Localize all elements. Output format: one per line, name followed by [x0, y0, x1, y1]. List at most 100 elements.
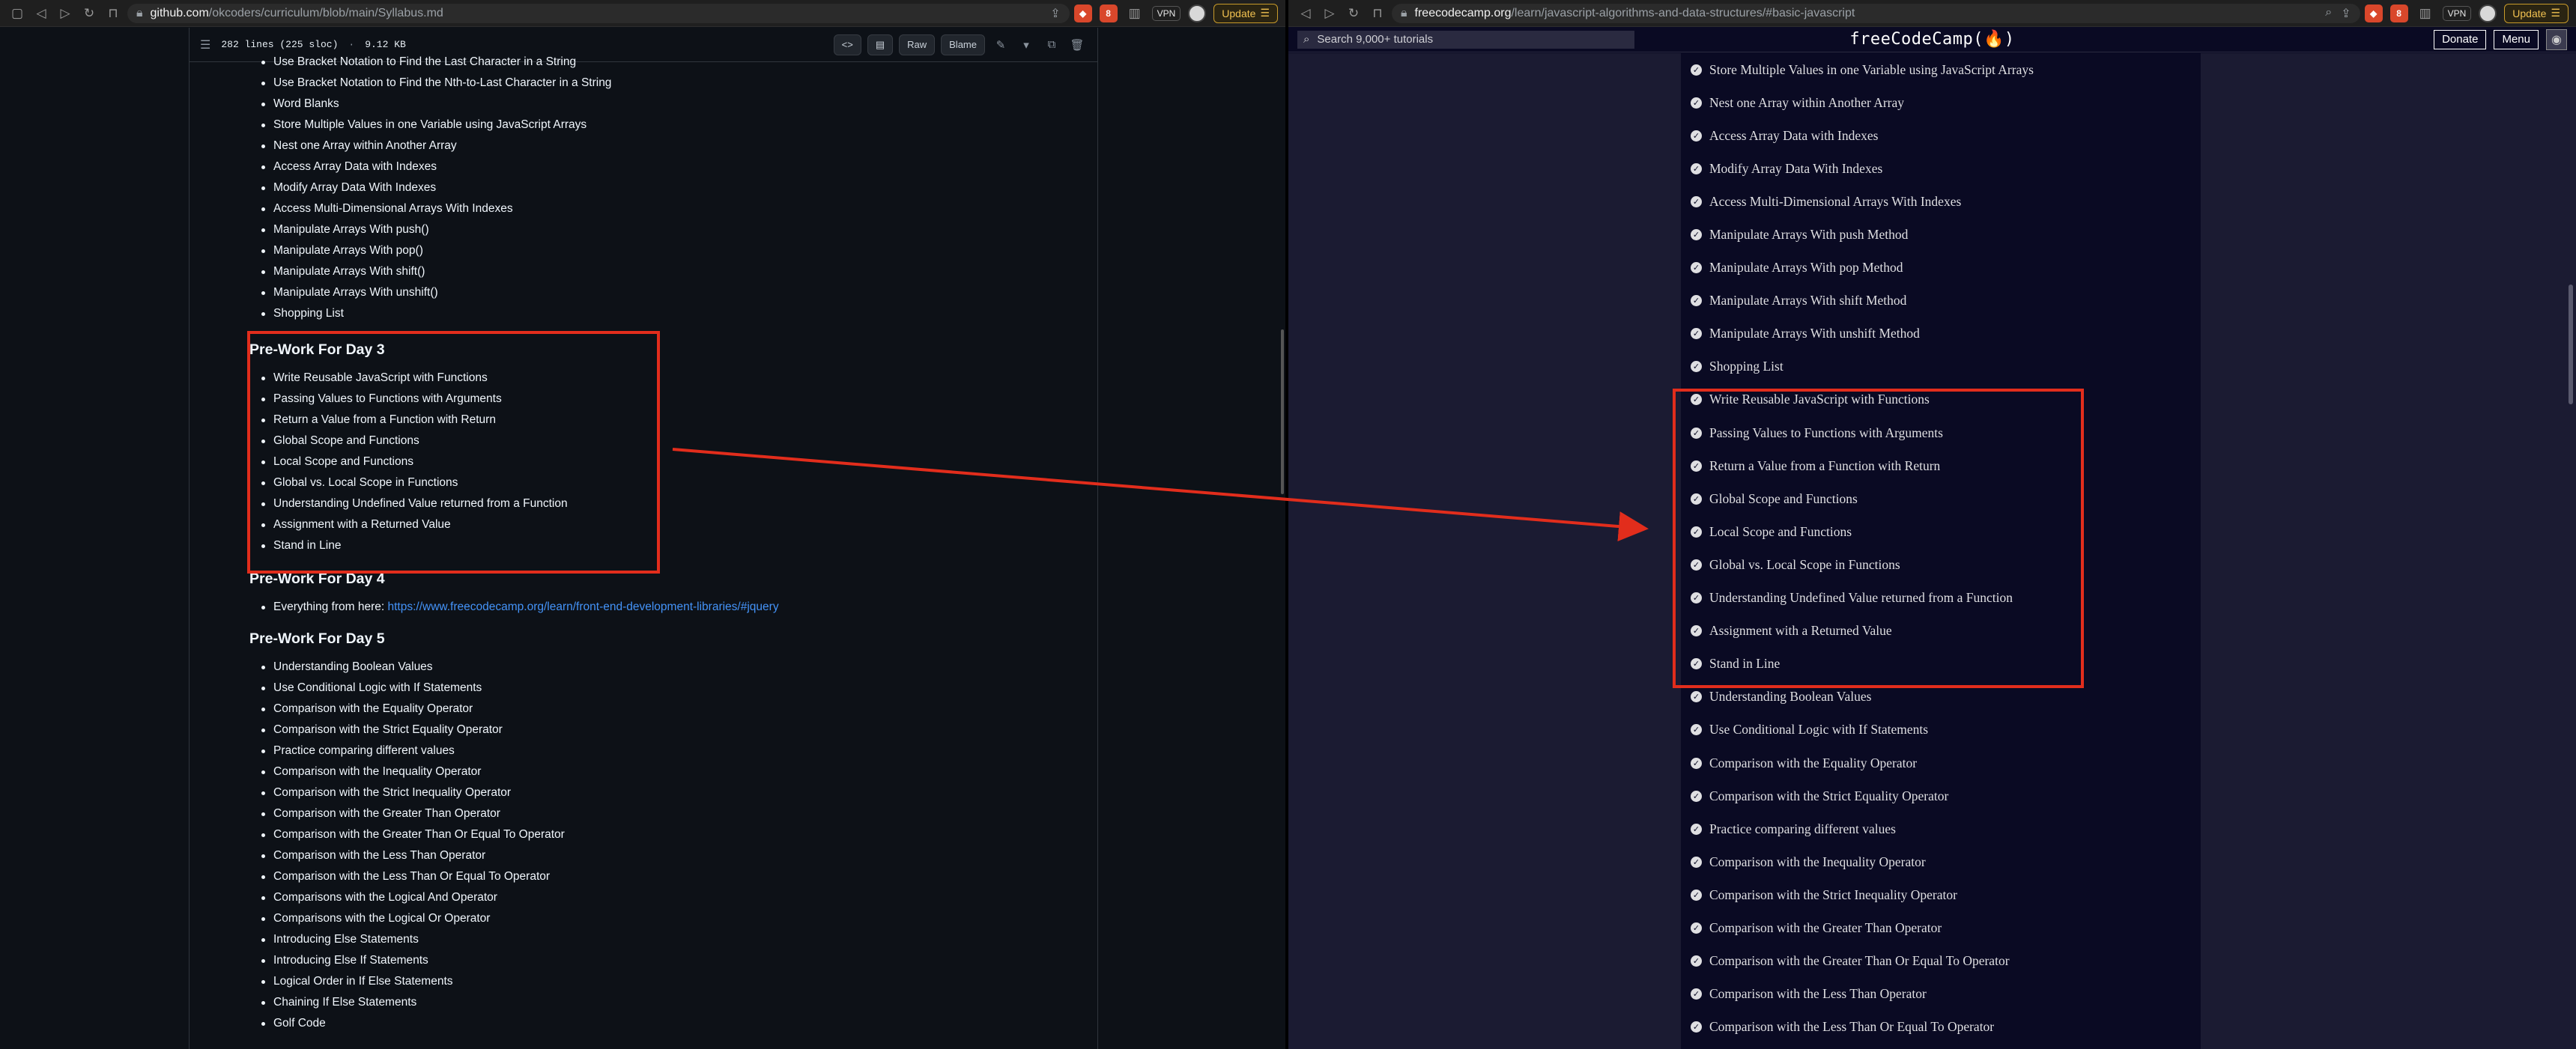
- share-icon[interactable]: ⇪: [2341, 6, 2351, 21]
- list-item-label: Introducing Else If Statements: [273, 954, 428, 967]
- brave-shield-icon[interactable]: ◆: [1073, 4, 1092, 22]
- forward-icon[interactable]: ▷: [55, 4, 75, 23]
- list-item-label: Comparison with the Greater Than Or Equa…: [1709, 953, 2010, 969]
- list-item-label: Comparison with the Less Than Operator: [273, 849, 486, 862]
- list-item[interactable]: ✓ Access Multi-Dimensional Arrays With In…: [1681, 185, 2201, 218]
- list-item: Comparison with the Equality Operator: [249, 699, 1097, 720]
- list-item-label: Access Array Data with Indexes: [1709, 127, 1879, 143]
- list-item[interactable]: ✓ Comparison with the Strict Equality Ope…: [1681, 779, 2201, 812]
- edit-icon[interactable]: ✎: [991, 38, 1010, 52]
- back-icon[interactable]: ◁: [1296, 4, 1315, 23]
- list-item-label: Understanding Boolean Values: [273, 660, 433, 673]
- list-item-label: Chaining If Else Statements: [273, 996, 417, 1009]
- list-item[interactable]: ✓ Comparison with the Inequality Operator: [1681, 845, 2201, 878]
- list-item[interactable]: ✓ Manipulate Arrays With shift Method: [1681, 285, 2201, 317]
- outline-icon[interactable]: ☰: [200, 37, 210, 52]
- list-item-label: Comparison with the Less Than Operator: [1709, 986, 1927, 1002]
- address-bar[interactable]: 🔒︎ github.com/okcoders/curriculum/blob/m…: [127, 3, 1070, 23]
- sidebar-panel-icon[interactable]: ▥: [1125, 4, 1145, 23]
- separator: ·: [348, 39, 355, 50]
- rewards-icon[interactable]: 8: [2389, 4, 2408, 22]
- list-item[interactable]: ✓ Use Conditional Logic with If Statement…: [1681, 714, 2201, 747]
- list-item: Access Array Data with Indexes: [249, 156, 1097, 177]
- bookmark-icon[interactable]: ⊓: [1368, 4, 1387, 23]
- list-item[interactable]: ✓ Store Multiple Values in one Variable u…: [1681, 53, 2201, 86]
- list-item-label: Practice comparing different values: [273, 744, 455, 757]
- donate-button[interactable]: Donate: [2434, 29, 2487, 49]
- check-circle-icon: ✓: [1691, 922, 1702, 934]
- fcc-logo[interactable]: freeCodeCamp(🔥): [1849, 30, 2014, 49]
- list-item-label: Nest one Array within Another Array: [1709, 94, 1905, 110]
- list-item-label: Manipulate Arrays With pop Method: [1709, 260, 1903, 276]
- copy-icon[interactable]: ⧉: [1042, 38, 1061, 51]
- list-item-label: Use Conditional Logic with If Statements: [1709, 722, 1929, 738]
- update-label: Update: [2512, 7, 2547, 19]
- url-host: freecodecamp.org: [1414, 6, 1512, 19]
- list-item[interactable]: ✓ Nest one Array within Another Array: [1681, 86, 2201, 119]
- list-item[interactable]: ✓ Modify Array Data With Indexes: [1681, 152, 2201, 185]
- reload-icon[interactable]: ↻: [79, 4, 99, 23]
- list-item[interactable]: ✓ Practice comparing different values: [1681, 812, 2201, 845]
- reload-icon[interactable]: ↻: [1344, 4, 1363, 23]
- list-item-label: Modify Array Data With Indexes: [273, 181, 437, 194]
- profile-avatar[interactable]: [2479, 4, 2497, 22]
- scrollbar[interactable]: [1281, 329, 1284, 494]
- vpn-button[interactable]: VPN: [1151, 5, 1181, 21]
- list-item[interactable]: ✓ Comparison with the Equality Operator: [1681, 747, 2201, 779]
- list-item[interactable]: ✓ Manipulate Arrays With pop Method: [1681, 252, 2201, 285]
- dropdown-icon[interactable]: ▾: [1016, 38, 1036, 52]
- list-item[interactable]: ✓ Comparison with the Greater Than Or Equ…: [1681, 945, 2201, 978]
- list-item: Use Bracket Notation to Find the Nth-to-…: [249, 73, 1097, 94]
- update-button[interactable]: Update ☰: [1213, 3, 1278, 23]
- sidebar-panel-icon[interactable]: ▥: [2416, 4, 2435, 23]
- check-circle-icon: ✓: [1691, 328, 1702, 340]
- list-item[interactable]: ✓ Comparison with the Strict Inequality O…: [1681, 878, 2201, 911]
- list-item-label: Shopping List: [273, 307, 344, 320]
- check-circle-icon: ✓: [1691, 988, 1702, 1000]
- list-item: Store Multiple Values in one Variable us…: [249, 115, 1097, 136]
- vpn-button[interactable]: VPN: [2442, 5, 2472, 21]
- search-input[interactable]: ⌕ Search 9,000+ tutorials: [1297, 30, 1634, 49]
- list-item[interactable]: ✓ Shopping List: [1681, 350, 2201, 383]
- rewards-icon[interactable]: 8: [1099, 4, 1118, 22]
- list-item-label: Comparison with the Strict Equality Oper…: [1709, 788, 1949, 803]
- list-item-label: Manipulate Arrays With unshift(): [273, 286, 438, 299]
- back-icon[interactable]: ◁: [31, 4, 51, 23]
- list-item[interactable]: ✓ Comparison with the Less Than Or Equal …: [1681, 1011, 2201, 1044]
- day5-heading: Pre-Work For Day 5: [249, 630, 385, 647]
- day4-prefix: Everything from here:: [273, 600, 388, 613]
- highlight-box-fcc: [1673, 389, 2084, 688]
- day2-list: Use Bracket Notation to Find the Last Ch…: [249, 52, 1097, 324]
- list-item[interactable]: ✓ Manipulate Arrays With push Method: [1681, 218, 2201, 251]
- list-item-label: Manipulate Arrays With push(): [273, 223, 429, 236]
- list-item-label: Access Multi-Dimensional Arrays With Ind…: [1709, 193, 1962, 209]
- list-item: Use Conditional Logic with If Statements: [249, 678, 1097, 699]
- list-item[interactable]: ✓ Access Array Data with Indexes: [1681, 119, 2201, 152]
- fcc-navbar: ⌕ Search 9,000+ tutorials freeCodeCamp(🔥…: [1288, 27, 2576, 52]
- list-item[interactable]: ✓ Comparison with the Less Than Operator: [1681, 978, 2201, 1011]
- list-item[interactable]: ✓ Manipulate Arrays With unshift Method: [1681, 317, 2201, 350]
- share-icon[interactable]: ⇪: [1050, 6, 1060, 21]
- profile-avatar[interactable]: [1188, 4, 1207, 22]
- forward-icon[interactable]: ▷: [1320, 4, 1339, 23]
- menu-button[interactable]: Menu: [2494, 29, 2539, 49]
- brave-shield-icon[interactable]: ◆: [2364, 4, 2383, 22]
- sidebar-toggle-icon[interactable]: ▢: [7, 4, 27, 23]
- list-item-label: Practice comparing different values: [1709, 821, 1896, 836]
- update-button[interactable]: Update ☰: [2504, 3, 2569, 23]
- check-circle-icon: ✓: [1691, 262, 1702, 274]
- check-circle-icon: ✓: [1691, 64, 1702, 76]
- delete-icon[interactable]: 🗑︎: [1067, 38, 1087, 52]
- list-item-label: Manipulate Arrays With pop(): [273, 244, 423, 257]
- url-host: github.com: [150, 6, 209, 19]
- list-item-label: Comparisons with the Logical And Operato…: [273, 891, 497, 904]
- scrollbar[interactable]: [2569, 285, 2573, 404]
- address-bar[interactable]: 🔒︎ freecodecamp.org/learn/javascript-alg…: [1392, 3, 2360, 23]
- url-path: /okcoders/curriculum/blob/main/Syllabus.…: [208, 6, 443, 19]
- zoom-icon[interactable]: ⌕: [2325, 6, 2332, 21]
- user-avatar[interactable]: ◉: [2546, 28, 2567, 50]
- bookmark-icon[interactable]: ⊓: [103, 4, 123, 23]
- jquery-link[interactable]: https://www.freecodecamp.org/learn/front…: [387, 600, 778, 613]
- list-item-label: Comparison with the Less Than Or Equal T…: [273, 870, 551, 883]
- list-item[interactable]: ✓ Comparison with the Greater Than Operat…: [1681, 911, 2201, 944]
